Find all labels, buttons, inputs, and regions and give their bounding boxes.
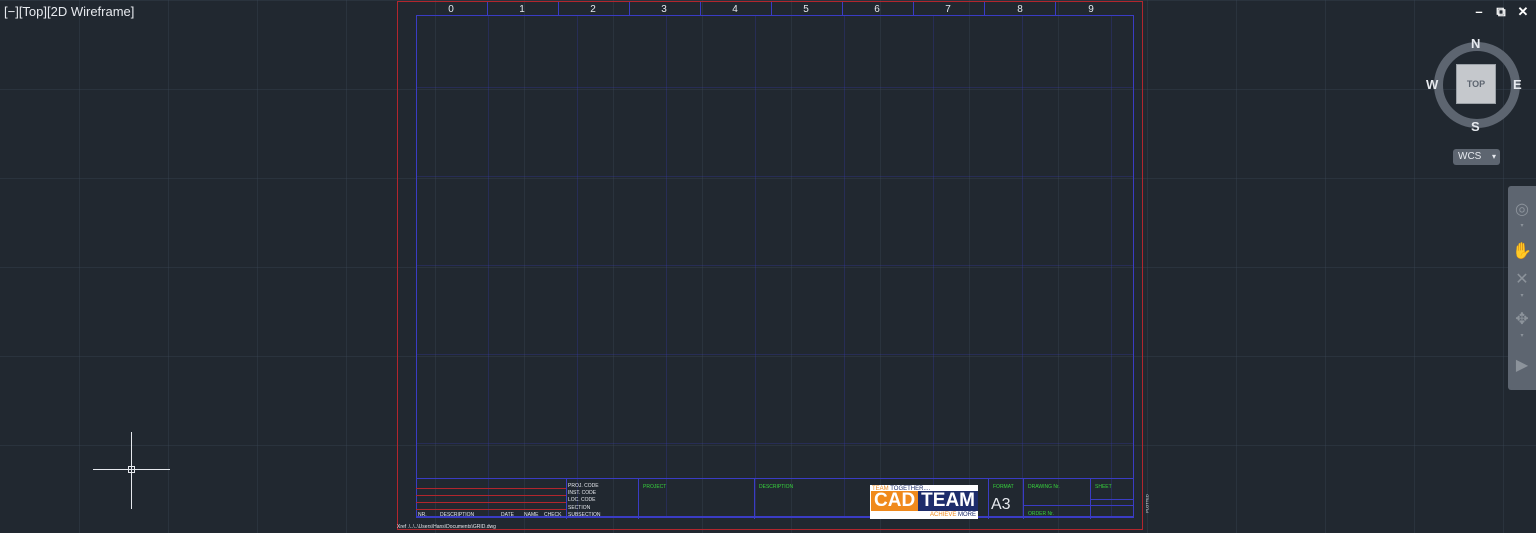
column-divider [771, 2, 772, 15]
compass-east[interactable]: E [1513, 77, 1522, 92]
title-block-line [638, 479, 639, 519]
column-divider [1055, 2, 1056, 15]
grid-line [755, 16, 756, 517]
drawing-nr-field-label: DRAWING Nr. [1028, 484, 1060, 490]
column-number: 0 [448, 4, 454, 15]
minimize-button[interactable]: – [1472, 5, 1486, 19]
title-block-line [988, 479, 989, 519]
logo-text: MORE [958, 512, 976, 518]
logo-wordmark: CAD TEAM [871, 491, 978, 511]
revision-row-line [416, 509, 566, 510]
cursor-pickbox [128, 466, 135, 473]
title-block-line [1090, 499, 1134, 500]
grid-line [417, 87, 1133, 88]
navigation-bar: ◎ ▾ ✋ ✕ ▾ ✥ ▾ ▶ [1508, 186, 1536, 390]
close-button[interactable]: ✕ [1516, 5, 1530, 19]
chevron-down-icon[interactable]: ▾ [1518, 222, 1526, 229]
revision-row-line [416, 502, 566, 503]
order-nr-field-label: ORDER Nr. [1028, 511, 1054, 517]
column-divider [842, 2, 843, 15]
drawing-frame [416, 15, 1134, 518]
code-label: SUBSECTION [568, 512, 601, 518]
wcs-menu[interactable]: WCS ▾ [1453, 149, 1500, 165]
compass-south[interactable]: S [1471, 119, 1480, 134]
pan-icon[interactable]: ✋ [1512, 242, 1532, 262]
showmotion-icon[interactable]: ▶ [1512, 356, 1532, 376]
title-block-line [754, 479, 755, 519]
compass-west[interactable]: W [1426, 77, 1438, 92]
column-number: 3 [661, 4, 667, 15]
orbit-icon[interactable]: ✥ [1512, 310, 1532, 330]
grid-line [666, 16, 667, 517]
title-block-line [1023, 505, 1134, 506]
cadteam-logo: TEAM TOGETHER.... CAD TEAM ACHIEVE MORE [870, 485, 978, 519]
grid-line [417, 354, 1133, 355]
column-number: 1 [519, 4, 525, 15]
format-value: A3 [991, 496, 1011, 513]
revision-row-line [416, 488, 566, 489]
restore-button[interactable]: ⧉ [1494, 5, 1508, 19]
grid-line [417, 265, 1133, 266]
column-divider [629, 2, 630, 15]
grid-line [417, 443, 1133, 444]
logo-text: CAD [871, 491, 919, 511]
column-number: 8 [1017, 4, 1023, 15]
zoom-extents-icon[interactable]: ✕ [1512, 270, 1532, 290]
column-divider [558, 2, 559, 15]
logo-tagline-bottom: ACHIEVE MORE [930, 512, 976, 518]
grid-line [1111, 16, 1112, 517]
logo-text: ACHIEVE [929, 512, 957, 518]
code-label: LOC. CODE [568, 497, 596, 503]
grid-line [488, 16, 489, 517]
wcs-label: WCS [1458, 151, 1482, 162]
code-label: INST. CODE [568, 490, 597, 496]
drawing-sheet[interactable]: 0 1 2 3 4 5 6 7 8 9 NR. DESCRIPTION DATE… [397, 1, 1150, 530]
revision-header-date: DATE [501, 512, 514, 518]
revision-header-nr: NR. [418, 512, 427, 518]
chevron-down-icon[interactable]: ▾ [1518, 292, 1526, 299]
column-number: 9 [1088, 4, 1094, 15]
revision-header-name: NAME [524, 512, 539, 518]
column-number: 6 [874, 4, 880, 15]
viewport-controls-label[interactable]: [−][Top][2D Wireframe] [4, 4, 134, 19]
format-field-label: FORMAT [993, 484, 1014, 490]
compass-north[interactable]: N [1471, 36, 1480, 51]
code-label: SECTION [568, 505, 591, 511]
revision-header-check: CHECK [544, 512, 562, 518]
grid-line [1022, 16, 1023, 517]
column-number: 7 [945, 4, 951, 15]
column-number: 4 [732, 4, 738, 15]
title-block-line [1023, 479, 1024, 519]
grid-line [577, 16, 578, 517]
grid-line [417, 176, 1133, 177]
revision-header-description: DESCRIPTION [440, 512, 475, 518]
steering-wheel-icon[interactable]: ◎ [1512, 200, 1532, 220]
chevron-down-icon[interactable]: ▾ [1518, 332, 1526, 339]
chevron-down-icon: ▾ [1491, 152, 1496, 161]
viewcube-top-face[interactable]: TOP [1456, 64, 1496, 104]
xref-path: Xref .\..\..\Users\Hans\Documents\GRID.d… [397, 524, 496, 530]
title-block-line [566, 479, 567, 519]
grid-line [844, 16, 845, 517]
title-block: NR. DESCRIPTION DATE NAME CHECK PROJ. CO… [416, 478, 1150, 519]
description-field-label: DESCRIPTION [759, 484, 794, 490]
project-field-label: PROJECT [643, 484, 667, 490]
code-label: PROJ. CODE [568, 483, 599, 489]
plotted-label: PLOTTED [1144, 494, 1150, 513]
grid-line [933, 16, 934, 517]
sheet-field-label: SHEET [1095, 484, 1112, 490]
column-divider [700, 2, 701, 15]
logo-text: TEAM [918, 491, 978, 511]
column-divider [487, 2, 488, 15]
revision-row-line [416, 495, 566, 496]
column-number: 5 [803, 4, 809, 15]
column-divider [984, 2, 985, 15]
viewport-window-controls: – ⧉ ✕ [1472, 5, 1530, 19]
column-number: 2 [590, 4, 596, 15]
column-divider [913, 2, 914, 15]
